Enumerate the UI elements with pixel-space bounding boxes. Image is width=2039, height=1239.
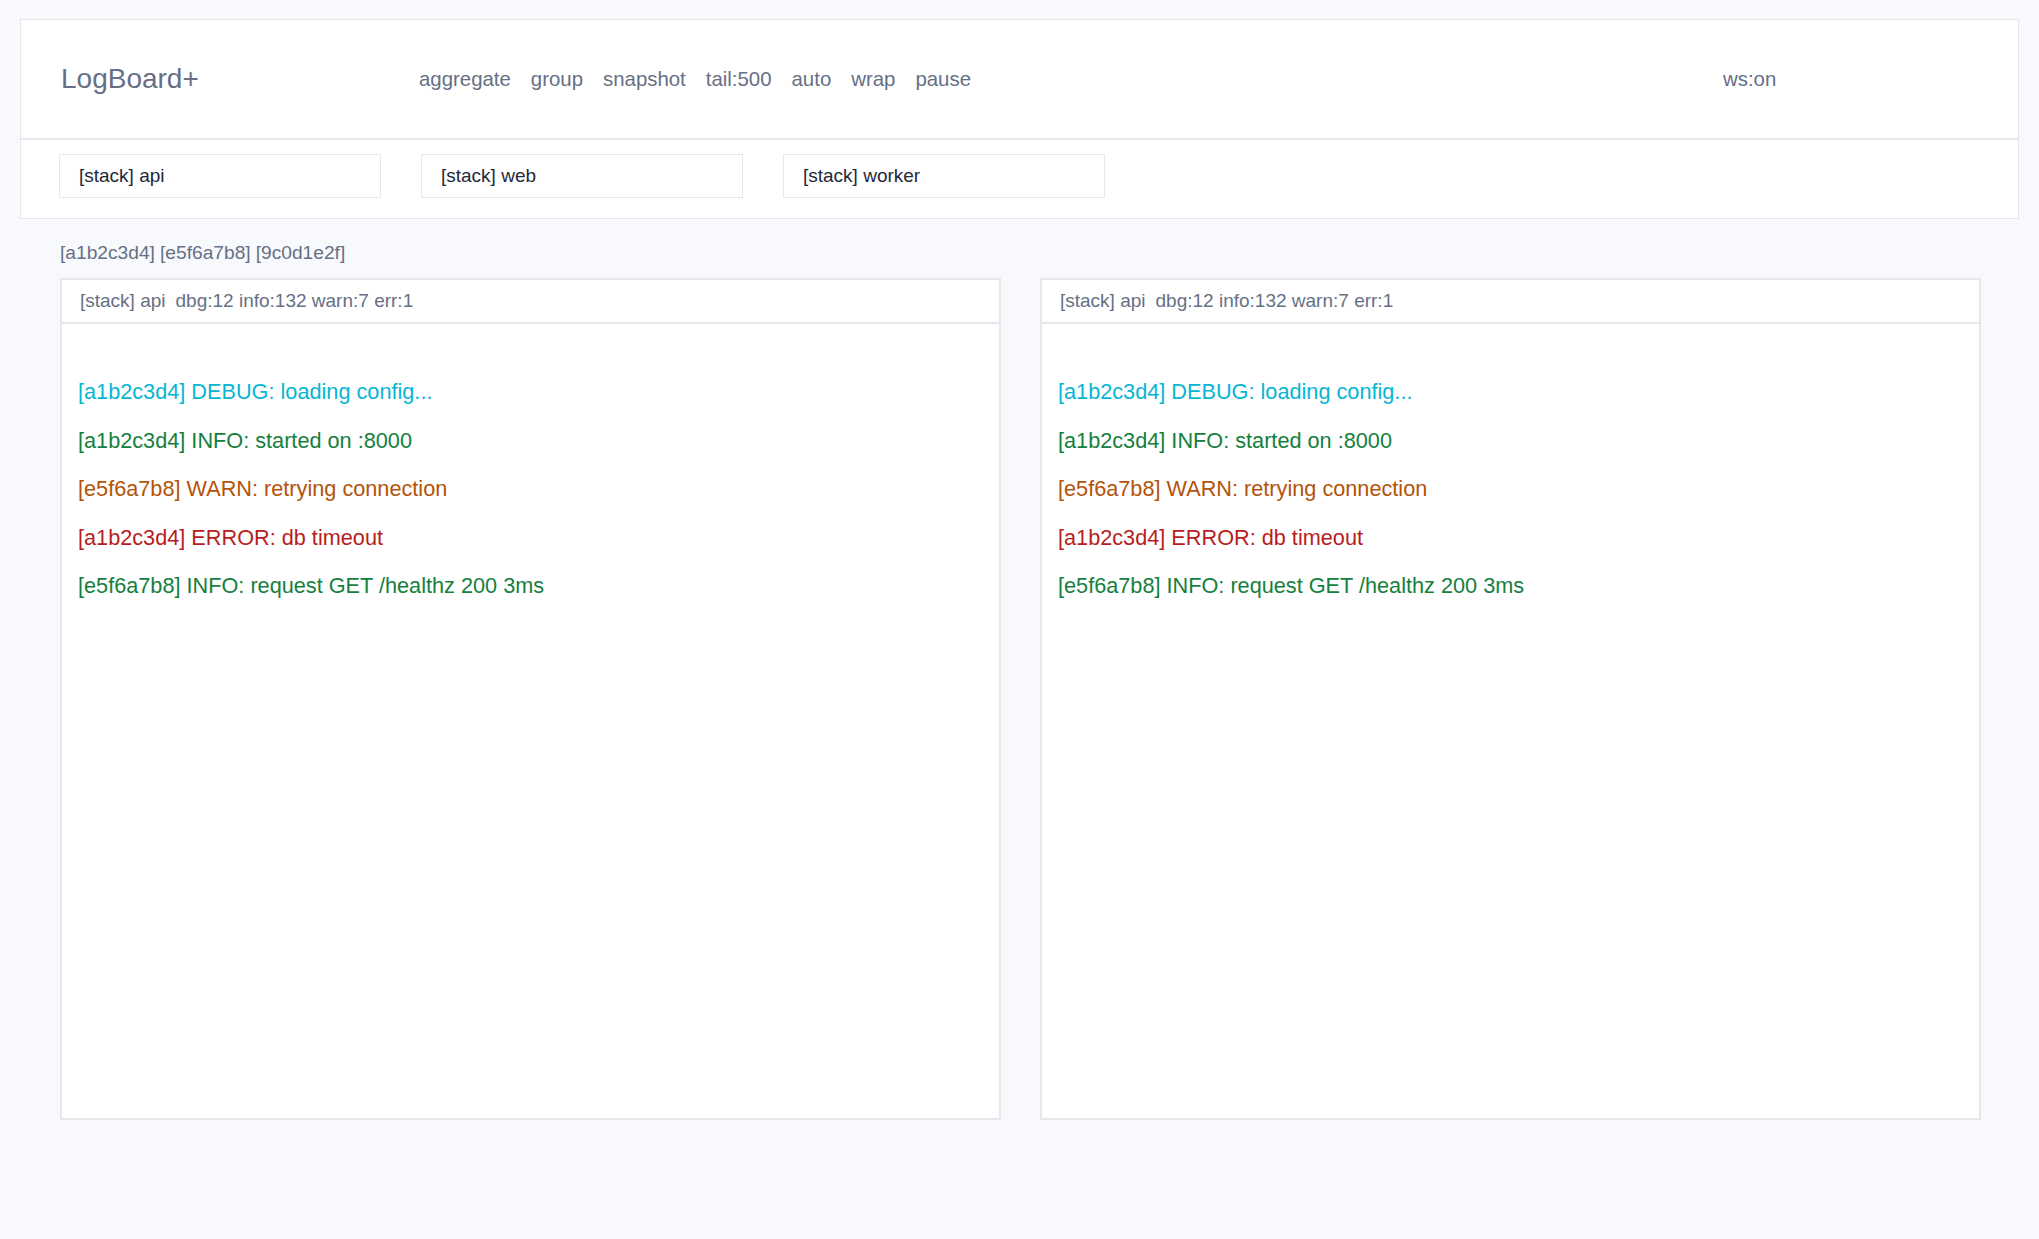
logboard-app: { "app": { "title": "LogBoard+", "menu":… [0,0,2039,1239]
log-list[interactable]: [a1b2c3d4] DEBUG: loading config...[a1b2… [1042,324,1979,611]
menu-item-snapshot[interactable]: snapshot [603,68,686,91]
menu-item-tail-500[interactable]: tail:500 [706,68,772,91]
tag-chip-2[interactable]: [e5f6a7b8] [160,241,251,264]
main-content: [a1b2c3d4][e5f6a7b8][9c0d1e2f] [stack] a… [60,241,1981,1120]
menu-item-group[interactable]: group [531,68,583,91]
filter-bar [20,139,2019,219]
log-line-info: [e5f6a7b8] INFO: request GET /healthz 20… [1058,562,1979,611]
panel-source-label: [stack] api [80,290,166,312]
log-panel-1: [stack] api dbg:12 info:132 warn:7 err:1… [60,278,1001,1120]
filter-input-2[interactable] [421,154,743,198]
panel-counts: dbg:12 info:132 warn:7 err:1 [176,290,414,312]
log-line-debug: [a1b2c3d4] DEBUG: loading config... [78,368,999,417]
log-panel-header: [stack] api dbg:12 info:132 warn:7 err:1 [62,280,999,324]
header-menu: aggregate group snapshot tail:500 auto wrappa… [419,68,971,91]
menu-item-wrap[interactable]: wrap [851,68,895,91]
panel-grid: [stack] api dbg:12 info:132 warn:7 err:1… [60,278,1981,1120]
top-cards: LogBoard+ aggregate group snapshot tail:500… [0,0,2039,219]
log-line-error: [a1b2c3d4] ERROR: db timeout [1058,514,1979,563]
tags-line: [a1b2c3d4][e5f6a7b8][9c0d1e2f] [60,241,1981,264]
panel-source-label: [stack] api [1060,290,1146,312]
log-line-info: [e5f6a7b8] INFO: request GET /healthz 20… [78,562,999,611]
log-line-error: [a1b2c3d4] ERROR: db timeout [78,514,999,563]
menu-item-aggregate[interactable]: aggregate [419,68,511,91]
ws-status[interactable]: ws:on [1723,68,1776,91]
log-line-warn: [e5f6a7b8] WARN: retrying connection [1058,465,1979,514]
filter-input-1[interactable] [59,154,381,198]
log-line-info: [a1b2c3d4] INFO: started on :8000 [1058,417,1979,466]
tag-chip-3[interactable]: [9c0d1e2f] [256,241,346,264]
filter-input-3[interactable] [783,154,1105,198]
tag-chip-1[interactable]: [a1b2c3d4] [60,241,155,264]
log-panel-header: [stack] api dbg:12 info:132 warn:7 err:1 [1042,280,1979,324]
app-header: LogBoard+ aggregate group snapshot tail:500… [20,19,2019,139]
log-list[interactable]: [a1b2c3d4] DEBUG: loading config...[a1b2… [62,324,999,611]
log-line-info: [a1b2c3d4] INFO: started on :8000 [78,417,999,466]
menu-item-pause[interactable]: pause [915,68,971,91]
app-title: LogBoard+ [61,63,199,95]
panel-counts: dbg:12 info:132 warn:7 err:1 [1156,290,1394,312]
menu-item-auto[interactable]: auto [792,68,832,91]
log-line-debug: [a1b2c3d4] DEBUG: loading config... [1058,368,1979,417]
log-panel-2: [stack] api dbg:12 info:132 warn:7 err:1… [1040,278,1981,1120]
log-line-warn: [e5f6a7b8] WARN: retrying connection [78,465,999,514]
